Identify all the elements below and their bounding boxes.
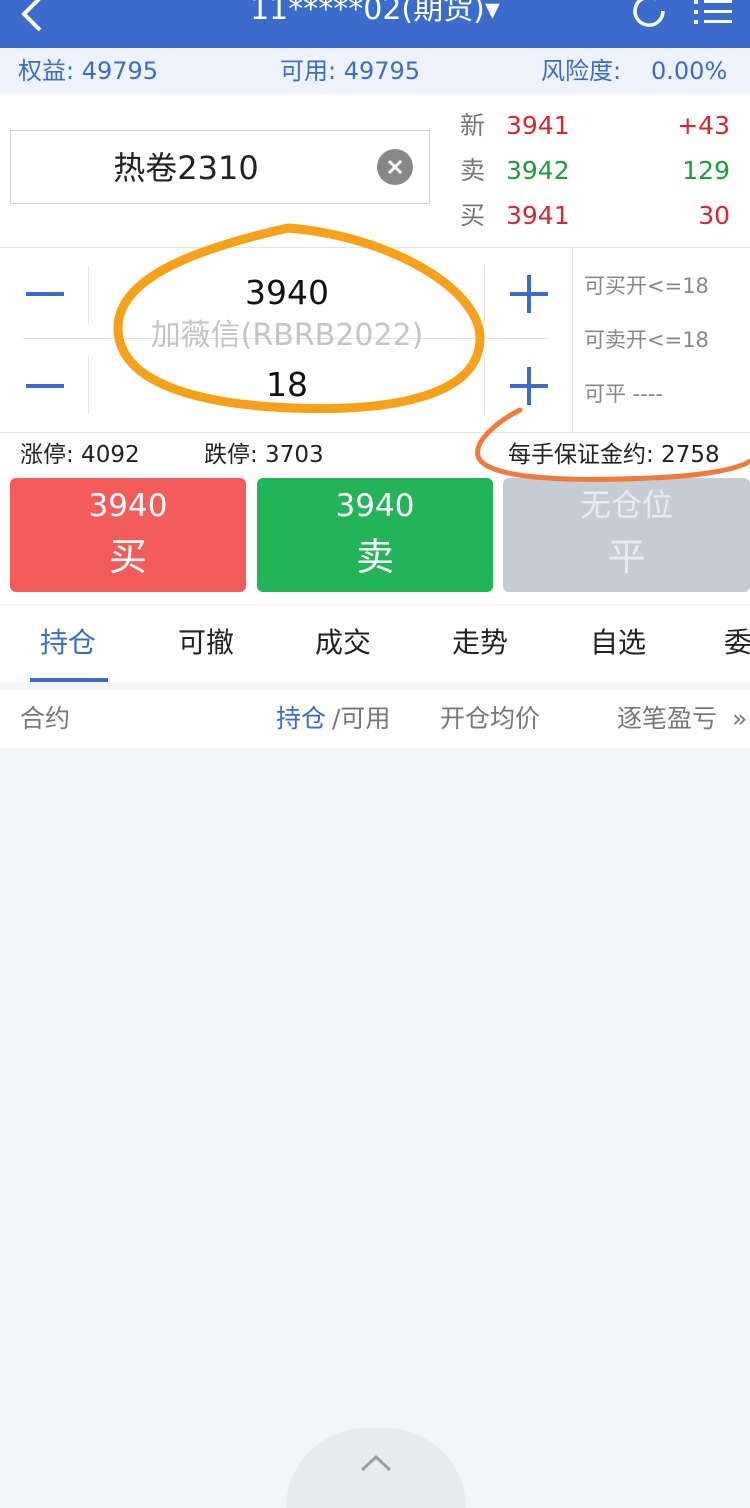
divider [484, 356, 485, 414]
close-label: 平 [607, 535, 646, 579]
divider [484, 266, 485, 324]
price-plus-button[interactable] [510, 275, 548, 313]
risk-value: 0.00% [651, 57, 728, 85]
price-minus-button[interactable] [26, 292, 64, 296]
quote-last: 新 3941 +43 [458, 106, 736, 146]
sell-open-limit: 可卖开<=18 [584, 328, 709, 352]
contract-name: 热卷2310 [113, 149, 259, 187]
quote-label: 新 [460, 111, 486, 140]
buy-button[interactable]: 3940 买 [10, 478, 246, 592]
equity-label: 权益: 49795 [18, 57, 159, 85]
more-columns-icon[interactable]: » [732, 702, 747, 736]
quote-ask: 卖 3942 129 [458, 151, 736, 191]
chevron-up-icon [360, 1454, 392, 1472]
sell-label: 卖 [355, 535, 394, 579]
quantity-plus-button[interactable] [510, 367, 548, 405]
risk-label: 风险度: [541, 57, 622, 85]
quantity-input[interactable]: 18 [90, 364, 484, 406]
limit-up-label: 涨停: 4092 [20, 442, 140, 468]
price-input[interactable]: 3940 [90, 272, 484, 314]
quote-label: 买 [460, 201, 486, 230]
margin-label: 每手保证金约: 2758 [508, 442, 720, 468]
order-panel: 热卷2310 新 3941 +43 卖 3942 129 买 3941 30 3… [0, 94, 750, 604]
buy-open-limit: 可买开<=18 [584, 274, 709, 298]
tab-positions[interactable]: 持仓 [40, 624, 96, 662]
active-tab-indicator [30, 678, 108, 682]
quote-price: 3941 [506, 201, 570, 230]
account-summary-bar: 权益: 49795 可用: 49795 风险度: 0.00% [0, 48, 750, 94]
sell-button[interactable]: 3940 卖 [257, 478, 493, 592]
contract-input[interactable]: 热卷2310 [10, 130, 430, 204]
close-position-button[interactable]: 无仓位 平 [503, 478, 750, 592]
quote-price: 3942 [506, 156, 570, 185]
column-contract: 合约 [20, 704, 71, 733]
clear-icon[interactable] [377, 149, 413, 185]
tab-trend[interactable]: 走势 [452, 624, 508, 662]
price-limit-row: 涨停: 4092 跌停: 3703 每手保证金约: 2758 [0, 436, 750, 474]
divider [0, 432, 750, 433]
watermark-text: 加薇信(RBRB2022) [150, 318, 424, 353]
limit-down-label: 跌停: 3703 [204, 442, 324, 468]
quote-label: 卖 [460, 156, 486, 185]
divider [88, 356, 89, 414]
quantity-minus-button[interactable] [26, 384, 64, 388]
quote-volume: +43 [677, 111, 730, 140]
quote-volume: 30 [698, 201, 730, 230]
tab-bar: 持仓 可撤 成交 走势 自选 委 [0, 606, 750, 682]
quote-volume: 129 [682, 156, 730, 185]
sell-price: 3940 [335, 488, 415, 524]
close-limit: 可平 ---- [584, 382, 663, 406]
column-position[interactable]: 持仓 [276, 702, 326, 736]
column-available[interactable]: /可用 [332, 702, 390, 736]
tab-orders[interactable]: 委 [724, 624, 750, 662]
divider [0, 247, 750, 248]
positions-list [0, 748, 750, 1508]
column-pnl: 逐笔盈亏 [617, 704, 718, 733]
buy-label: 买 [108, 535, 147, 579]
list-menu-icon[interactable] [692, 0, 734, 30]
refresh-icon[interactable] [630, 0, 668, 30]
available-label: 可用: 49795 [280, 57, 421, 85]
quote-bid: 买 3941 30 [458, 196, 736, 236]
tab-watchlist[interactable]: 自选 [590, 624, 646, 662]
quote-price: 3941 [506, 111, 570, 140]
tab-trades[interactable]: 成交 [315, 624, 371, 662]
top-bar: 11*****02(期货)▾ [0, 0, 750, 48]
divider [572, 247, 573, 433]
positions-column-header: 合约 持仓 /可用 开仓均价 逐笔盈亏 » [0, 690, 750, 748]
no-position-label: 无仓位 [580, 488, 673, 524]
tab-cancellable[interactable]: 可撤 [178, 624, 234, 662]
buy-price: 3940 [88, 488, 168, 524]
column-avg-price: 开仓均价 [440, 704, 541, 733]
divider [88, 266, 89, 324]
